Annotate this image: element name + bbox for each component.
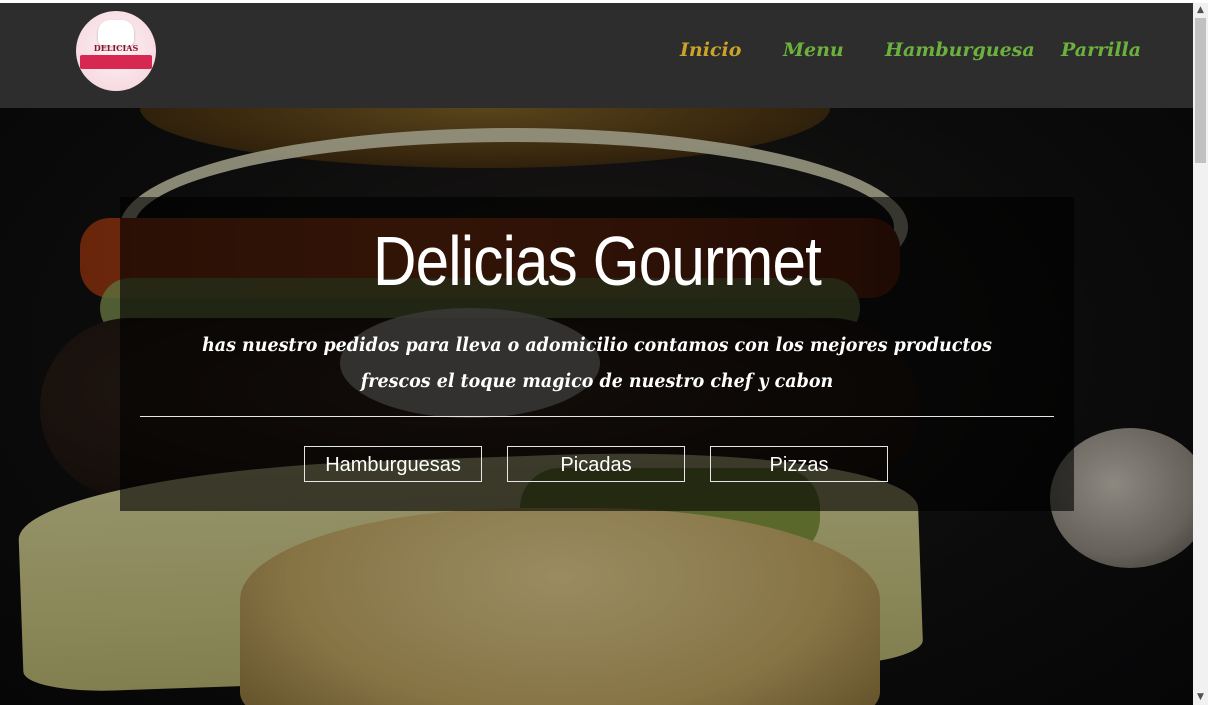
scroll-thumb[interactable] xyxy=(1195,18,1206,163)
hamburguesas-button[interactable]: Hamburguesas xyxy=(304,446,482,482)
logo[interactable]: DELICIAS xyxy=(76,11,156,91)
hero-overlay-box: Delicias Gourmet has nuestro pedidos par… xyxy=(120,197,1074,511)
scroll-down-icon[interactable]: ▼ xyxy=(1193,690,1208,705)
logo-ribbon xyxy=(80,55,152,69)
hero-section: Delicias Gourmet has nuestro pedidos par… xyxy=(0,108,1193,705)
pizzas-button[interactable]: Pizzas xyxy=(710,446,888,482)
logo-text: DELICIAS xyxy=(93,43,139,53)
hero-tagline: has nuestro pedidos para lleva o adomici… xyxy=(202,334,992,392)
scroll-up-icon[interactable]: ▲ xyxy=(1193,3,1208,18)
nav-item-hamburguesa[interactable]: Hamburguesa xyxy=(885,39,1035,61)
nav-item-menu[interactable]: Menu xyxy=(783,39,844,61)
nav-item-parrilla[interactable]: Parrilla xyxy=(1061,39,1141,61)
hero-title: Delicias Gourmet xyxy=(373,222,822,300)
site-header: DELICIAS Inicio Menu Hamburguesa Parrill… xyxy=(0,3,1193,108)
nav-item-inicio[interactable]: Inicio xyxy=(680,39,741,61)
hero-divider xyxy=(140,416,1054,417)
page-viewport: Delicias Gourmet has nuestro pedidos par… xyxy=(0,3,1193,705)
picadas-button[interactable]: Picadas xyxy=(507,446,685,482)
vertical-scrollbar[interactable]: ▲ ▼ xyxy=(1193,3,1208,705)
